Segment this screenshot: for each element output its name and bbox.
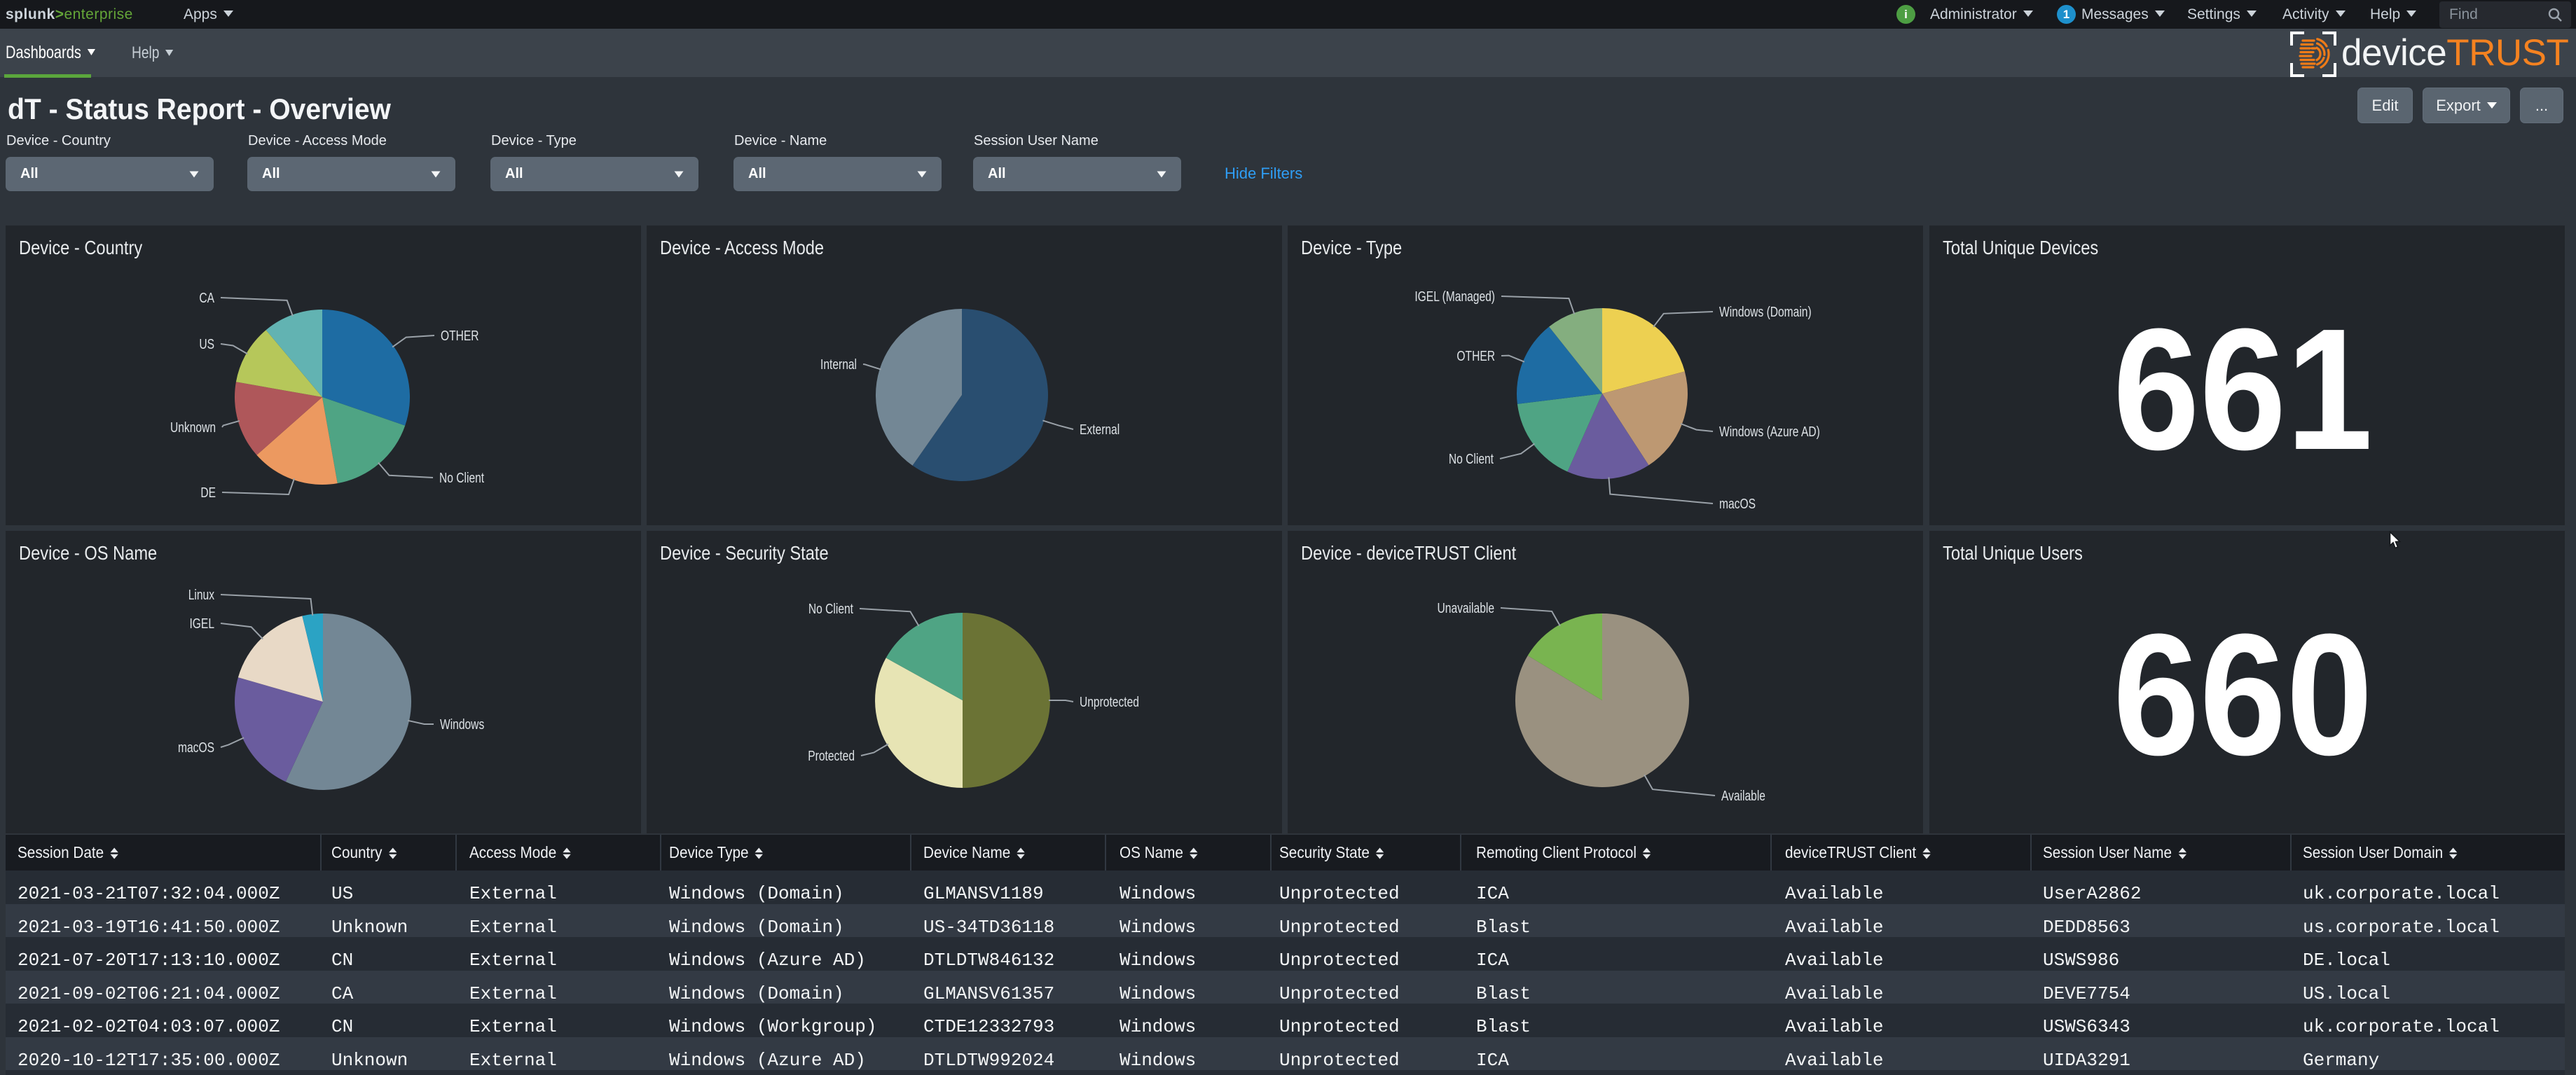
svg-text:IGEL: IGEL xyxy=(189,616,214,631)
svg-text:DE: DE xyxy=(200,485,216,500)
svg-text:Windows: Windows xyxy=(440,716,484,732)
svg-text:OTHER: OTHER xyxy=(1456,348,1495,363)
svg-text:OTHER: OTHER xyxy=(441,328,479,343)
svg-text:Internal: Internal xyxy=(820,356,857,372)
svg-text:Windows (Domain): Windows (Domain) xyxy=(1719,304,1812,319)
svg-text:IGEL (Managed): IGEL (Managed) xyxy=(1414,289,1495,304)
svg-text:No Client: No Client xyxy=(1449,451,1494,466)
svg-text:No Client: No Client xyxy=(808,601,853,616)
svg-text:Unavailable: Unavailable xyxy=(1438,600,1494,616)
svg-text:Unprotected: Unprotected xyxy=(1080,694,1139,709)
svg-text:macOS: macOS xyxy=(1719,496,1756,511)
svg-text:Windows (Azure AD): Windows (Azure AD) xyxy=(1719,424,1820,439)
svg-text:Linux: Linux xyxy=(188,587,214,602)
svg-text:macOS: macOS xyxy=(178,740,214,755)
svg-text:No Client: No Client xyxy=(439,470,484,485)
svg-text:CA: CA xyxy=(199,290,214,305)
svg-text:External: External xyxy=(1080,422,1120,437)
svg-text:Unknown: Unknown xyxy=(170,419,216,435)
svg-text:Protected: Protected xyxy=(808,748,855,763)
svg-text:US: US xyxy=(199,336,214,352)
svg-text:Available: Available xyxy=(1721,788,1765,803)
